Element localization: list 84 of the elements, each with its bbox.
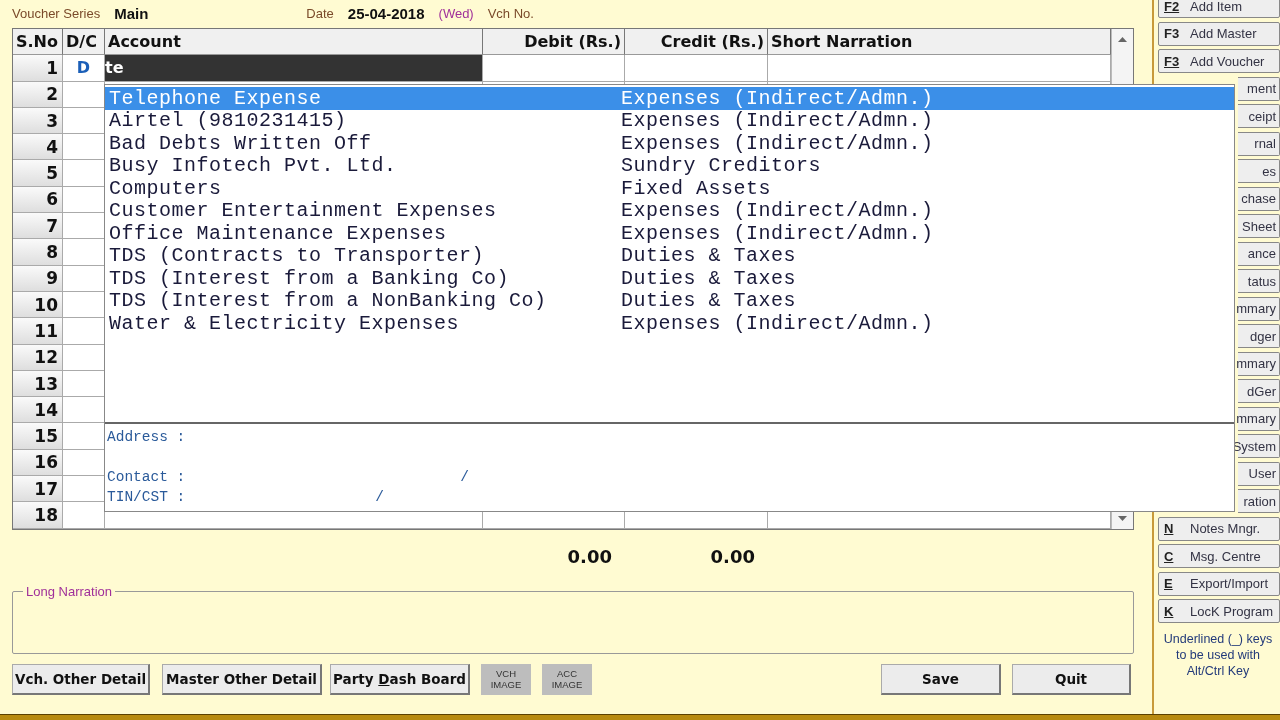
action-button[interactable]: ACC IMAGE [542,663,592,695]
column-header: Account [105,29,483,55]
account-option[interactable]: TDS (Interest from a Banking Co) Duties & Taxes [105,267,1234,290]
shortcut-button[interactable]: N Notes Mngr. [1158,516,1280,541]
debit-total: 0.00 [566,546,612,568]
account-option[interactable]: Water & Electricity Expenses Expenses (Indirect/Admn.) [105,312,1234,335]
row-number: 6 [13,186,63,214]
series-value: Main [114,4,149,22]
account-option[interactable]: Computers Fixed Assets [105,177,1234,200]
shortcut-button[interactable]: F3 Add Master [1158,21,1280,46]
action-button[interactable]: Save [881,663,1001,695]
date-value: 25-04-2018 [347,4,425,22]
column-header: Short Narration [768,29,1111,55]
row-number: 12 [13,344,63,371]
table-cell[interactable] [483,55,625,82]
detail-label: Address : [107,429,186,445]
series-label: Voucher Series [12,5,101,21]
shortcut-button[interactable]: ration [1238,489,1280,513]
account-option[interactable]: Bad Debts Written Off Expenses (Indirect/Admn.) [105,132,1234,155]
detail-label: TIN/CST : [107,489,186,505]
action-button[interactable]: Vch. Other Detail [12,663,150,695]
shortcut-button[interactable]: ment [1238,76,1280,101]
table-cell[interactable] [625,55,768,82]
shortcut-button[interactable]: F2 Add Item [1158,0,1280,18]
row-number: 15 [13,423,63,450]
narration-legend: Long Narration [23,583,115,599]
row-number: 2 [13,81,63,108]
row-number: 18 [13,502,63,529]
row-number: 11 [13,318,63,345]
shortcut-button[interactable]: User [1238,461,1280,486]
row-number: 17 [13,476,63,503]
row-number: 3 [13,107,63,135]
row-number: 4 [13,134,63,161]
shortcut-button[interactable]: tatus [1238,269,1280,293]
row-number: 10 [13,291,63,319]
row-number: 14 [13,397,63,424]
table-cell[interactable] [768,55,1111,82]
column-header: D/C [63,29,105,55]
separator-text: / [460,469,470,485]
account-option[interactable]: Customer Entertainment Expenses Expenses (Indirect/Admn.) [105,199,1234,222]
action-button[interactable]: Quit [1012,663,1131,695]
column-header: Debit (Rs.) [483,29,625,55]
shortcut-button[interactable]: ance [1238,241,1280,266]
shortcut-button[interactable]: mmary [1238,296,1280,321]
account-option[interactable]: Office Maintenance Expenses Expenses (Indirect/Admn.) [105,222,1234,245]
scroll-down-icon[interactable] [1118,515,1127,521]
shortcut-button[interactable]: dGer [1238,379,1280,403]
shortcut-button[interactable]: es [1238,159,1280,183]
shortcut-button[interactable]: C Msg. Centre [1158,544,1280,568]
help-text: Underlined (_) keys to be used with Alt/Ctrl Key [1162,631,1274,679]
shortcut-button[interactable]: K LocK Program [1158,599,1280,623]
row-number: 13 [13,370,63,398]
shortcut-button[interactable]: mmary [1238,406,1280,431]
shortcut-button[interactable]: E Export/Import [1158,571,1280,596]
shortcut-button[interactable]: mmary [1238,351,1280,376]
vch-no-label: Vch No. [487,5,534,21]
row-number: 5 [13,160,63,187]
detail-label: Contact : [107,469,186,485]
account-option[interactable]: Airtel (9810231415) Expenses (Indirect/Admn.) [105,109,1234,132]
column-header: S.No [13,29,63,55]
row-number: 16 [13,449,63,477]
account-option[interactable]: TDS (Contracts to Transporter) Duties & Taxes [105,244,1234,267]
shortcut-button[interactable]: ceipt [1238,104,1280,128]
separator-text: / [375,489,385,505]
action-button[interactable]: Master Other Detail [162,663,322,695]
shortcut-button[interactable]: rnal [1238,131,1280,156]
account-field[interactable]: te [105,55,483,82]
action-button[interactable]: Party Dash Board [330,663,470,695]
account-option[interactable]: TDS (Interest from a NonBanking Co) Duties & Taxes [105,289,1234,312]
row-number: 8 [13,239,63,266]
row-number: 1 [13,55,63,82]
row-number: 7 [13,213,63,240]
date-label: Date [306,5,334,21]
account-option[interactable]: Busy Infotech Pvt. Ltd. Sundry Creditors [105,154,1234,177]
row-number: 9 [13,265,63,292]
shortcut-button[interactable]: chase [1238,186,1280,211]
scroll-up-icon[interactable] [1118,37,1127,42]
shortcut-button[interactable]: dger [1238,324,1280,348]
credit-total: 0.00 [709,546,755,568]
column-header: Credit (Rs.) [625,29,768,55]
shortcut-button[interactable]: Sheet [1238,214,1280,238]
day-label: (Wed) [438,5,474,21]
action-button[interactable]: VCH IMAGE [481,663,531,695]
shortcut-button[interactable]: F3 Add Voucher [1158,49,1280,73]
